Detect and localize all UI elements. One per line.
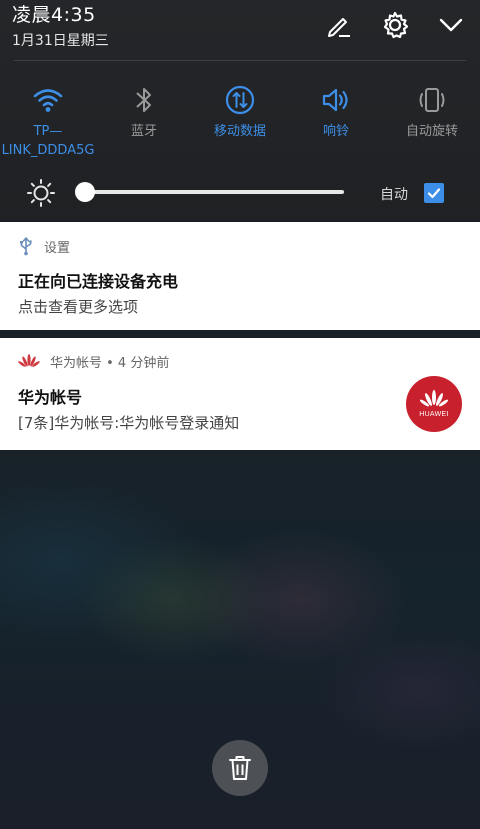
collapse-button[interactable] [434, 8, 468, 42]
notification-header: 华为帐号 • 4 分钟前 [18, 352, 169, 371]
usb-icon [20, 237, 32, 256]
notification-app-name: 华为帐号 • 4 分钟前 [50, 356, 170, 371]
tile-mobile-data[interactable]: 移动数据 [192, 80, 288, 141]
tile-ring-label: 响铃 [322, 124, 349, 139]
brightness-slider-track[interactable] [84, 190, 344, 194]
notification-text: 点击查看更多选项 [18, 298, 139, 316]
tile-wifi-label-line1: TP— [33, 124, 63, 139]
trash-icon [229, 756, 251, 780]
tile-wifi-label-line2: LINK_DDDA5G [1, 143, 95, 158]
notification-title: 华为帐号 [18, 388, 83, 407]
huawei-logo-icon [18, 353, 40, 367]
edit-button[interactable] [322, 8, 356, 42]
wifi-icon [33, 89, 63, 112]
rotate-icon [419, 88, 445, 112]
tile-wifi[interactable]: TP— LINK_DDDA5G [0, 80, 96, 160]
notification-app-name: 设置 [44, 240, 71, 256]
quick-settings-panel: 凌晨4:35 1月31日星期三 TP— LINK_DDDA5G 蓝牙 移动数据 … [0, 0, 480, 220]
status-date: 1月31日星期三 [12, 33, 109, 49]
brightness-slider-thumb[interactable] [75, 182, 95, 202]
huawei-petals-icon [419, 390, 449, 407]
status-time: 凌晨4:35 [12, 4, 96, 26]
pencil-icon [328, 18, 350, 37]
clear-notifications-button[interactable] [212, 740, 268, 796]
notification-usb-charging[interactable]: 设置 正在向已连接设备充电 点击查看更多选项 [0, 222, 480, 330]
mobile-data-icon [225, 85, 255, 115]
tile-bluetooth[interactable]: 蓝牙 [96, 80, 192, 141]
speaker-icon [322, 88, 348, 112]
settings-button[interactable] [378, 8, 412, 42]
auto-brightness-label: 自动 [380, 187, 408, 203]
notification-huawei-account[interactable]: 华为帐号 • 4 分钟前 华为帐号 [7条]华为帐号:华为帐号登录通知 HUAW… [0, 338, 480, 450]
notification-title: 正在向已连接设备充电 [18, 272, 179, 291]
panel-divider [14, 60, 466, 61]
notification-header: 设置 [18, 236, 70, 256]
tile-auto-rotate[interactable]: 自动旋转 [384, 80, 480, 141]
huawei-app-icon: HUAWEI [406, 376, 462, 432]
bluetooth-icon [136, 88, 151, 112]
auto-brightness-checkbox[interactable] [424, 183, 444, 203]
gear-icon [383, 11, 409, 39]
tile-mobile-data-label: 移动数据 [213, 124, 266, 139]
brightness-icon [27, 179, 55, 207]
tile-auto-rotate-label: 自动旋转 [405, 124, 458, 139]
chevron-down-icon [439, 18, 463, 32]
notification-text: [7条]华为帐号:华为帐号登录通知 [18, 414, 240, 432]
tile-ring[interactable]: 响铃 [288, 80, 384, 141]
tile-bluetooth-label: 蓝牙 [130, 124, 157, 139]
huawei-badge-text: HUAWEI [419, 411, 449, 418]
checkmark-icon [427, 188, 441, 199]
